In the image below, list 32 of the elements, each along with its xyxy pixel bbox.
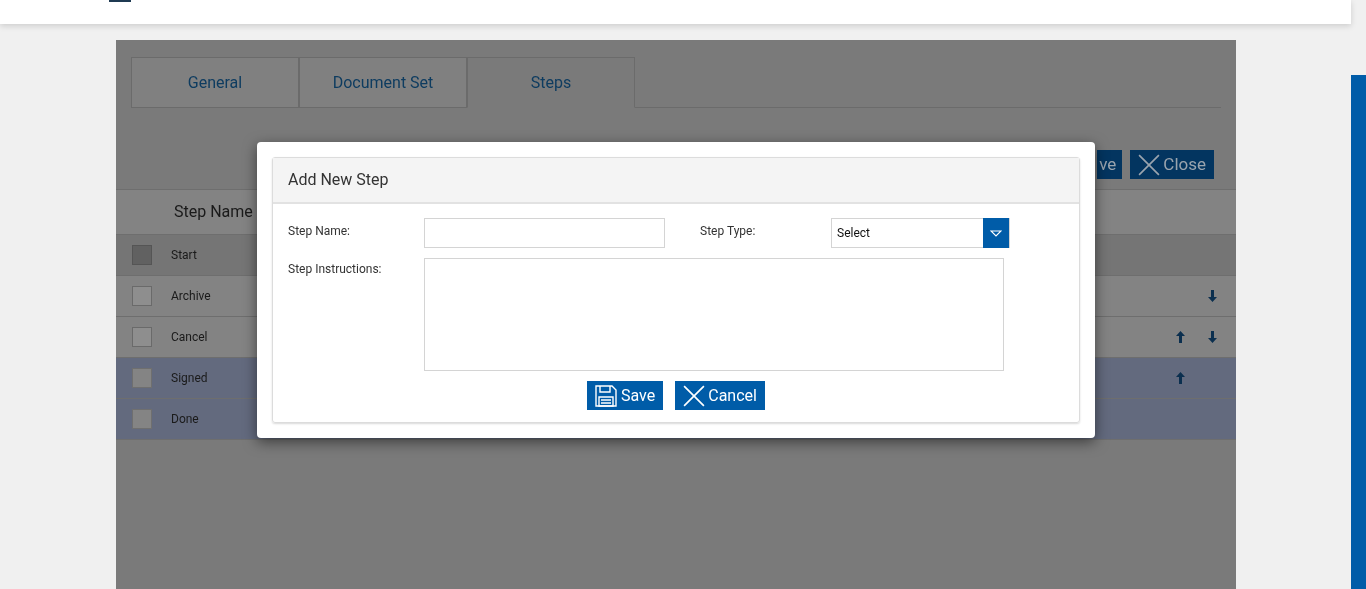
close-icon	[1138, 153, 1161, 176]
step-name-label: Step Name:	[288, 223, 351, 240]
close-button[interactable]: Close	[1130, 150, 1214, 179]
dropdown-icon	[990, 229, 1002, 237]
step-name: Archive	[171, 288, 211, 305]
arrow-up-icon[interactable]	[1176, 372, 1185, 384]
tab[interactable]: Steps	[467, 57, 635, 108]
step-name: Cancel	[171, 329, 208, 346]
row-checkbox[interactable]	[132, 327, 152, 347]
step-name: Signed	[171, 370, 208, 387]
arrow-down-icon[interactable]	[1208, 290, 1217, 302]
instructions-field[interactable]	[424, 258, 1004, 371]
arrow-down-icon[interactable]	[1208, 331, 1217, 343]
tab[interactable]: Document Set	[299, 57, 467, 108]
step-name: Start	[171, 247, 197, 264]
step-type-label: Step Type:	[700, 223, 757, 240]
close-icon	[683, 384, 706, 407]
instructions-label: Step Instructions:	[288, 261, 383, 278]
step-name-field[interactable]	[424, 218, 665, 248]
row-checkbox[interactable]	[132, 286, 152, 306]
row-checkbox[interactable]	[132, 409, 152, 429]
save-button[interactable]: ve	[1097, 150, 1123, 179]
dialog-title: Add New Step	[288, 169, 389, 191]
cancel-button[interactable]: Cancel	[675, 381, 765, 410]
save-icon	[595, 384, 618, 407]
tab[interactable]: General	[131, 57, 299, 108]
row-checkbox[interactable]	[132, 368, 152, 388]
save-button[interactable]: Save	[587, 381, 664, 410]
column-header: Step Name	[174, 201, 253, 223]
step-type-select[interactable]: Select	[831, 218, 1010, 248]
step-name: Done	[171, 411, 199, 428]
arrow-up-icon[interactable]	[1176, 331, 1185, 343]
